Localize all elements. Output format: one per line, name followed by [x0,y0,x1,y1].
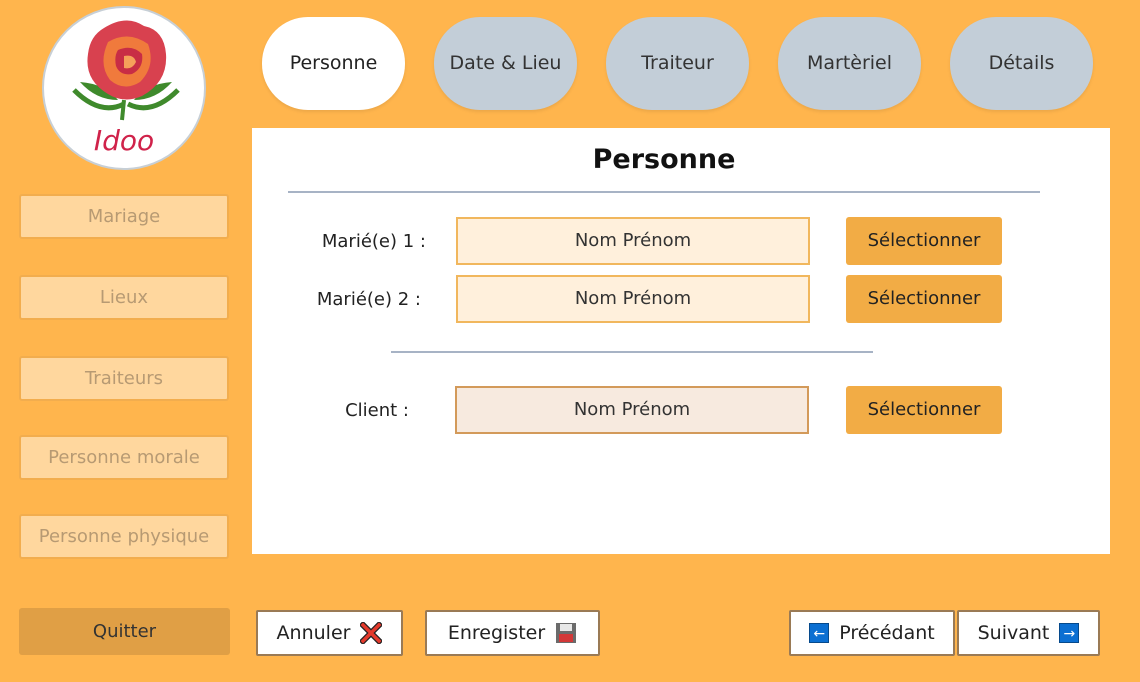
next-button[interactable]: Suivant → [957,610,1100,656]
tab-traiteur[interactable]: Traiteur [606,17,749,110]
marie2-label: Marié(e) 2 : [316,289,421,310]
sidebar-item-traiteurs[interactable]: Traiteurs [19,356,229,401]
marie2-field[interactable]: Nom Prénom [456,275,810,323]
previous-label: Précédant [839,622,935,644]
tab-materiel[interactable]: Martèriel [778,17,921,110]
title-divider [288,191,1040,193]
previous-button[interactable]: ← Précédant [789,610,955,656]
arrow-left-icon: ← [809,623,830,643]
client-field[interactable]: Nom Prénom [455,386,809,434]
sidebar-item-mariage[interactable]: Mariage [19,194,229,239]
save-button[interactable]: Enregister [425,610,600,656]
select-marie1-button[interactable]: Sélectionner [846,217,1002,265]
main-panel: Personne Marié(e) 1 : Nom Prénom Sélecti… [252,128,1110,554]
logo-text: Idoo [93,124,155,157]
sidebar-item-personne-morale[interactable]: Personne morale [19,435,229,480]
tab-date-lieu[interactable]: Date & Lieu [434,17,577,110]
cancel-button[interactable]: Annuler [256,610,403,656]
close-icon [360,622,383,644]
select-client-button[interactable]: Sélectionner [846,386,1002,434]
save-label: Enregister [447,622,546,644]
sidebar-item-lieux[interactable]: Lieux [19,275,229,320]
cancel-label: Annuler [276,622,351,644]
section-divider [391,351,873,353]
sidebar-item-personne-physique[interactable]: Personne physique [19,514,229,559]
marie1-field[interactable]: Nom Prénom [456,217,810,265]
marie1-label: Marié(e) 1 : [321,231,426,252]
select-marie2-button[interactable]: Sélectionner [846,275,1002,323]
floppy-disk-icon [556,623,577,643]
quit-button[interactable]: Quitter [19,608,230,655]
sidebar: Idoo Mariage Lieux Traiteurs Personne mo… [0,0,249,682]
panel-title: Personne [592,144,736,175]
tab-details[interactable]: Détails [950,17,1093,110]
next-label: Suivant [977,622,1050,644]
tab-personne[interactable]: Personne [262,17,405,110]
logo: Idoo [42,6,206,170]
arrow-right-icon: → [1059,623,1080,643]
client-label: Client : [345,400,409,421]
